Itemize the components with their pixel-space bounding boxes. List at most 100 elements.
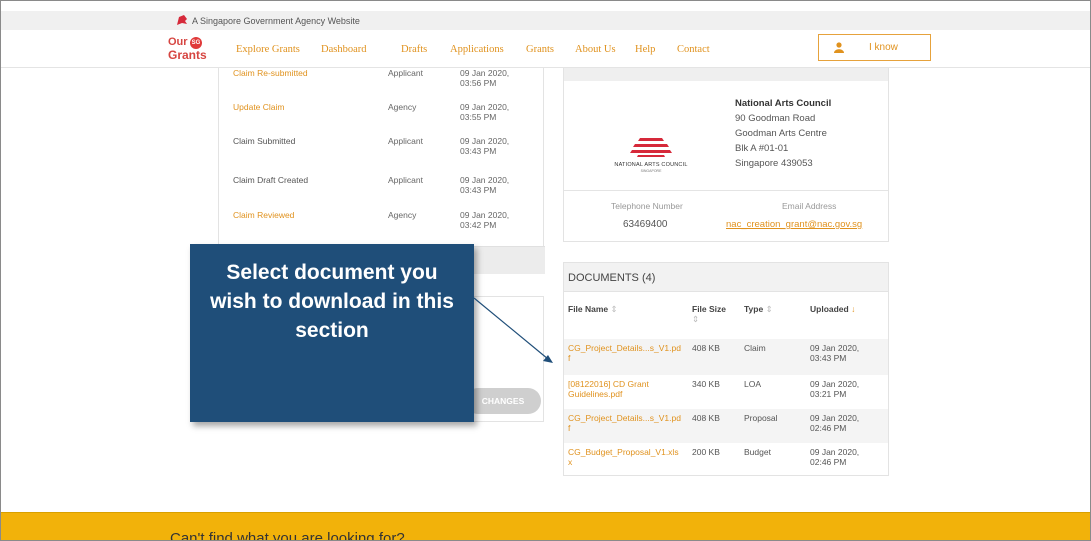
document-size: 200 KB [692, 447, 720, 457]
user-icon [834, 42, 844, 53]
nav-grants[interactable]: Grants [526, 44, 554, 55]
footer-help-text: Can't find what you are looking for? [170, 530, 405, 541]
logo-grants: Grants [168, 48, 207, 62]
col-header-file-size[interactable]: File Size ⇕ [692, 304, 726, 325]
uploaded-time: 02:46 PM [810, 457, 847, 467]
help-footer-band: Can't find what you are looking for? [0, 512, 1091, 541]
history-by: Applicant [388, 136, 423, 146]
history-action: Claim Submitted [233, 136, 296, 146]
user-menu-button[interactable]: I know [818, 34, 931, 61]
history-time: 03:43 PM [460, 146, 497, 156]
history-date: 09 Jan 2020, [460, 136, 510, 146]
nav-contact[interactable]: Contact [677, 44, 710, 55]
history-action: Claim Draft Created [233, 175, 309, 185]
document-row[interactable]: CG_Budget_Proposal_V1.xls x 200 KB Budget… [564, 443, 888, 475]
nav-help[interactable]: Help [635, 44, 655, 55]
save-changes-button[interactable]: CHANGES [465, 388, 541, 414]
history-action[interactable]: Claim Reviewed [233, 210, 294, 220]
history-by: Applicant [388, 68, 423, 78]
documents-card: DOCUMENTS (4) File Name ⇕ File Size ⇕ Typ… [563, 262, 889, 476]
uploaded-date: 09 Jan 2020, [810, 447, 860, 457]
col-header-label: Type [744, 304, 764, 314]
nav-dashboard[interactable]: Dashboard [321, 44, 367, 55]
uploaded-time: 03:21 PM [810, 389, 847, 399]
document-type: LOA [744, 379, 762, 389]
site-header: Our SG Grants Explore Grants Dashboard D… [0, 30, 1091, 68]
col-header-type[interactable]: Type ⇕ [744, 304, 773, 315]
document-uploaded: 09 Jan 2020, 03:43 PM [810, 343, 859, 363]
document-size: 408 KB [692, 343, 720, 353]
document-file-link[interactable]: CG_Project_Details...s_V1.pd f [568, 413, 686, 433]
nav-applications[interactable]: Applications [450, 44, 504, 55]
nac-logo: NATIONAL ARTS COUNCIL SINGAPORE [605, 136, 697, 176]
file-name-part: CG_Budget_Proposal_V1.xls [568, 447, 679, 457]
agency-address: National Arts Council 90 Goodman Road Go… [735, 96, 831, 171]
callout-text: Select document you wish to download in … [210, 261, 454, 342]
address-line: Singapore 439053 [735, 158, 813, 169]
file-name-part: f [568, 353, 571, 363]
callout-arrow-icon [473, 297, 553, 363]
history-when: 09 Jan 2020, 03:43 PM [460, 175, 509, 195]
col-header-label: File Size [692, 304, 727, 314]
col-header-file-name[interactable]: File Name ⇕ [568, 304, 618, 315]
address-line: Goodman Arts Centre [735, 128, 827, 139]
agency-name: National Arts Council [735, 98, 832, 109]
email-link[interactable]: nac_creation_grant@nac.gov.sg [726, 219, 862, 230]
telephone-value: 63469400 [623, 219, 668, 230]
document-size: 408 KB [692, 413, 720, 423]
telephone-label: Telephone Number [611, 201, 683, 211]
sort-icon: ⇕ [765, 304, 773, 314]
nac-logo-subtext: SINGAPORE [640, 169, 662, 173]
sort-down-icon: ↓ [851, 304, 856, 314]
address-line: Blk A #01-01 [735, 143, 789, 154]
document-type: Claim [744, 343, 766, 353]
history-when: 09 Jan 2020, 03:42 PM [460, 210, 509, 230]
document-size: 340 KB [692, 379, 720, 389]
file-name-part: f [568, 423, 571, 433]
uploaded-date: 09 Jan 2020, [810, 413, 860, 423]
document-type: Budget [744, 447, 771, 457]
oursggrants-logo[interactable]: Our SG Grants [168, 36, 216, 64]
history-action[interactable]: Claim Re-submitted [233, 68, 308, 78]
documents-header: DOCUMENTS (4) [564, 263, 888, 292]
history-date: 09 Jan 2020, [460, 175, 510, 185]
history-time: 03:43 PM [460, 185, 497, 195]
history-date: 09 Jan 2020, [460, 210, 510, 220]
document-row[interactable]: [08122016] CD Grant Guidelines.pdf 340 KB… [564, 375, 888, 409]
file-name-part: x [568, 457, 573, 467]
user-name: I know [869, 42, 898, 53]
document-file-link[interactable]: [08122016] CD Grant Guidelines.pdf [568, 379, 686, 399]
history-time: 03:55 PM [460, 112, 497, 122]
nav-explore-grants[interactable]: Explore Grants [236, 44, 300, 55]
email-label: Email Address [782, 201, 837, 211]
gov-bar: A Singapore Government Agency Website [0, 11, 1091, 30]
history-when: 09 Jan 2020, 03:56 PM [460, 68, 509, 88]
history-action[interactable]: Update Claim [233, 102, 285, 112]
screenshot-border [0, 0, 1091, 541]
document-file-link[interactable]: CG_Project_Details...s_V1.pd f [568, 343, 686, 363]
file-name-part: CG_Project_Details...s_V1.pd [568, 343, 681, 353]
history-by: Agency [388, 102, 417, 112]
document-uploaded: 09 Jan 2020, 02:46 PM [810, 413, 859, 433]
history-when: 09 Jan 2020, 03:55 PM [460, 102, 509, 122]
history-date: 09 Jan 2020, [460, 102, 510, 112]
contact-card-header [564, 68, 888, 81]
uploaded-time: 03:43 PM [810, 353, 847, 363]
col-header-uploaded[interactable]: Uploaded ↓ [810, 304, 855, 314]
uploaded-time: 02:46 PM [810, 423, 847, 433]
document-row[interactable]: CG_Project_Details...s_V1.pd f 408 KB Pro… [564, 409, 888, 443]
nav-about-us[interactable]: About Us [575, 44, 616, 55]
sort-icon: ⇕ [692, 314, 700, 324]
history-date: 09 Jan 2020, [460, 68, 510, 78]
uploaded-date: 09 Jan 2020, [810, 343, 860, 353]
history-by: Applicant [388, 175, 423, 185]
nav-drafts[interactable]: Drafts [401, 44, 427, 55]
address-line: 90 Goodman Road [735, 113, 816, 124]
col-header-label: File Name [568, 304, 609, 314]
documents-title: DOCUMENTS (4) [568, 272, 656, 284]
gov-bar-text: A Singapore Government Agency Website [192, 16, 360, 26]
nac-logo-mark-icon [630, 138, 672, 157]
document-file-link[interactable]: CG_Budget_Proposal_V1.xls x [568, 447, 686, 467]
sort-icon: ⇕ [610, 304, 618, 314]
document-row[interactable]: CG_Project_Details...s_V1.pd f 408 KB Cla… [564, 339, 888, 375]
